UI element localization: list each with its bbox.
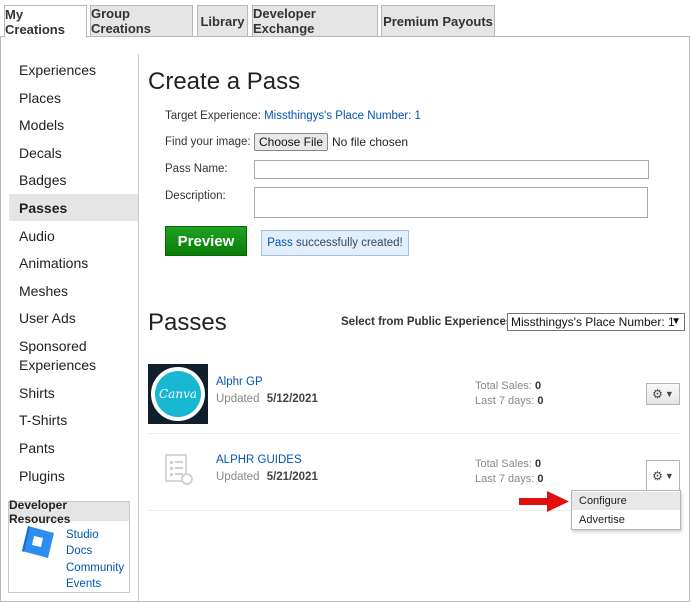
tab-premium-payouts[interactable]: Premium Payouts	[381, 5, 495, 37]
tab-bar: My Creations Group Creations Library Dev…	[0, 0, 690, 38]
total-sales: Total Sales: 0	[475, 380, 541, 392]
updated-label: Updated	[216, 393, 260, 405]
link-community[interactable]: Community	[66, 562, 124, 574]
link-studio[interactable]: Studio	[66, 529, 99, 541]
description-textarea[interactable]	[254, 187, 648, 218]
select-value: Missthingys's Place Number: 1	[511, 315, 675, 329]
tab-group-creations[interactable]: Group Creations	[90, 5, 193, 37]
target-experience-row: Target Experience: Missthingys's Place N…	[165, 110, 421, 122]
tab-my-creations[interactable]: My Creations	[4, 5, 87, 38]
public-experiences-select[interactable]: Missthingys's Place Number: 1 ▼	[507, 313, 685, 331]
target-experience-link[interactable]: Missthingys's Place Number: 1	[264, 110, 421, 122]
pass-settings-button[interactable]: ⚙ ▼	[646, 383, 680, 405]
updated-date: 5/12/2021	[266, 393, 318, 405]
sidebar-item-animations[interactable]: Animations	[9, 252, 138, 274]
menu-item-advertise[interactable]: Advertise	[572, 511, 680, 529]
row-divider	[148, 433, 680, 434]
find-image-label: Find your image:	[165, 136, 251, 148]
choose-file-button[interactable]: Choose File	[254, 133, 328, 151]
last-7-days: Last 7 days: 0	[475, 473, 544, 485]
canva-logo: Canva	[148, 364, 208, 424]
sidebar-item-audio[interactable]: Audio	[9, 225, 138, 247]
sidebar-item-badges[interactable]: Badges	[9, 169, 138, 191]
total-sales-label: Total Sales:	[475, 380, 532, 392]
success-prefix: Pass	[267, 237, 293, 249]
sidebar-item-passes[interactable]: Passes	[9, 194, 138, 221]
preview-button[interactable]: Preview	[165, 226, 247, 256]
target-experience-label: Target Experience:	[165, 110, 261, 122]
total-sales-value: 0	[534, 380, 542, 392]
sidebar-divider	[138, 54, 139, 602]
last-7-days-value: 0	[537, 395, 544, 407]
last-7-days-label: Last 7 days:	[475, 473, 535, 485]
developer-resources-panel: Developer Resources Studio Docs Communit…	[8, 498, 130, 593]
link-events[interactable]: Events	[66, 578, 101, 590]
menu-item-configure[interactable]: Configure	[572, 492, 680, 510]
sidebar-item-meshes[interactable]: Meshes	[9, 280, 138, 302]
pass-name-input[interactable]	[254, 160, 649, 179]
pass-thumbnail-canva[interactable]: Canva	[148, 364, 208, 424]
sidebar-item-t-shirts[interactable]: T-Shirts	[9, 409, 138, 431]
total-sales: Total Sales: 0	[475, 458, 541, 470]
last-7-days: Last 7 days: 0	[475, 395, 544, 407]
gear-icon: ⚙	[652, 468, 663, 483]
pass-name-link[interactable]: Alphr GP	[216, 376, 263, 388]
sidebar-item-user-ads[interactable]: User Ads	[9, 307, 138, 329]
public-experiences-label: Select from Public Experiences:	[341, 316, 517, 328]
sidebar-item-models[interactable]: Models	[9, 114, 138, 136]
sidebar-item-decals[interactable]: Decals	[9, 142, 138, 164]
pass-actions-menu: Configure Advertise	[571, 490, 681, 530]
sidebar-item-pants[interactable]: Pants	[9, 437, 138, 459]
canva-logo-text: Canva	[159, 387, 197, 401]
sidebar-item-sponsored-experiences[interactable]: Sponsored Experiences	[9, 336, 119, 376]
updated-date: 5/21/2021	[266, 471, 318, 483]
pass-updated: Updated 5/21/2021	[216, 471, 318, 483]
tab-developer-exchange[interactable]: Developer Exchange	[252, 5, 378, 37]
updated-label: Updated	[216, 471, 260, 483]
pass-name-label: Pass Name:	[165, 163, 228, 175]
sidebar-item-places[interactable]: Places	[9, 87, 138, 109]
pass-thumbnail-placeholder[interactable]	[160, 452, 196, 488]
success-message: Pass successfully created!	[261, 230, 409, 256]
chevron-down-icon: ▼	[664, 470, 674, 481]
chevron-down-icon: ▼	[664, 389, 674, 399]
chevron-down-icon: ▼	[671, 316, 681, 327]
no-file-chosen-text: No file chosen	[332, 135, 409, 149]
tab-library[interactable]: Library	[197, 5, 248, 37]
total-sales-value: 0	[534, 458, 542, 470]
last-7-days-value: 0	[537, 473, 544, 485]
document-placeholder-icon	[165, 454, 193, 485]
sidebar-item-experiences[interactable]: Experiences	[9, 59, 138, 81]
success-text: successfully created!	[292, 237, 403, 249]
gear-icon: ⚙	[652, 387, 663, 401]
red-arrow-annotation	[519, 491, 569, 512]
passes-heading: Passes	[148, 309, 227, 336]
sidebar-item-shirts[interactable]: Shirts	[9, 382, 138, 404]
pass-name-link[interactable]: ALPHR GUIDES	[216, 454, 302, 466]
developer-resources-title: Developer Resources	[9, 498, 129, 526]
page-title: Create a Pass	[148, 68, 301, 95]
last-7-days-label: Last 7 days:	[475, 395, 535, 407]
total-sales-label: Total Sales:	[475, 458, 532, 470]
roblox-studio-logo	[22, 526, 54, 558]
pass-settings-button[interactable]: ⚙ ▼	[646, 460, 680, 490]
pass-updated: Updated 5/12/2021	[216, 393, 318, 405]
sidebar-item-plugins[interactable]: Plugins	[9, 465, 138, 487]
link-docs[interactable]: Docs	[66, 545, 92, 557]
description-label: Description:	[165, 190, 226, 202]
